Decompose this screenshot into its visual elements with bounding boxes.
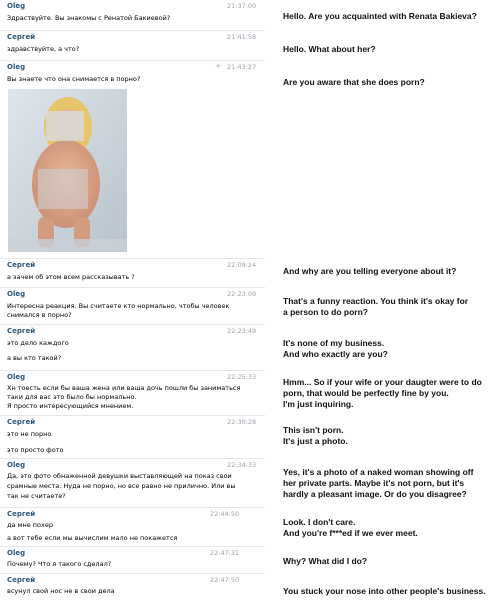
- message-text: так не считаете?: [7, 492, 66, 500]
- message-text: Почему? Что я такого сделал?: [7, 560, 112, 568]
- message-time: 21:41:58: [227, 33, 257, 41]
- sender-name[interactable]: Oleg: [7, 63, 25, 71]
- sender-name[interactable]: Сергей: [7, 510, 35, 518]
- message-time: 22:23:09: [227, 290, 257, 298]
- sender-name[interactable]: Oleg: [7, 373, 25, 381]
- sender-name[interactable]: Oleg: [7, 549, 25, 557]
- message-time: 22:30:28: [227, 418, 257, 426]
- sender-name[interactable]: Сергей: [7, 576, 35, 584]
- message-time: 21:43:27: [227, 63, 257, 71]
- message-time: 21:37:00: [227, 2, 257, 10]
- translation-line: That's a funny reaction. You think it's …: [283, 296, 469, 306]
- message-text: а вы кто такой?: [7, 354, 62, 362]
- message-text: да мне похер: [7, 521, 53, 529]
- translation-line: This isn't porn.: [283, 425, 344, 435]
- translation-line: Are you aware that she does porn?: [283, 77, 425, 87]
- photo-attachment[interactable]: [8, 89, 127, 252]
- message-text: снимался в порно?: [7, 311, 72, 319]
- message: Oleg 22:47:31 Почему? Что я такого сдела…: [0, 546, 265, 573]
- message-text: это дело каждого: [7, 339, 69, 347]
- translation-line: I'm just inquiring.: [283, 399, 354, 409]
- message-text: здравствуйте, а что?: [7, 45, 80, 53]
- translation-line: Why? What did I do?: [283, 556, 368, 566]
- sender-name[interactable]: Oleg: [7, 290, 25, 298]
- message: Сергей 22:44:50 да мне похер а вот тебе …: [0, 507, 265, 546]
- star-icon[interactable]: ★: [215, 62, 221, 70]
- sender-name[interactable]: Oleg: [7, 461, 25, 469]
- sender-name[interactable]: Oleg: [7, 2, 25, 10]
- translation-line: Hello. What about her?: [283, 44, 376, 54]
- translation-line: a person to do porn?: [283, 307, 368, 317]
- message-text: Здраствуйте. Вы знакомы с Ренатой Бакиев…: [7, 14, 171, 22]
- message-text: всунул свой нос не в свои дела: [7, 587, 115, 595]
- translation-line: It's just a photo.: [283, 436, 348, 446]
- message: Сергей 22:47:50 всунул свой нос не в сво…: [0, 573, 265, 601]
- message: Сергей 22:30:28 это не порно это просто …: [0, 415, 265, 458]
- message: Oleg 22:25:33 Хн тоесть если бы ваша жен…: [0, 370, 265, 415]
- translation-line: It's none of my business.: [283, 338, 385, 348]
- message: Сергей 22:09:24 а зачем об этом всем рас…: [0, 258, 265, 287]
- message-time: 22:47:50: [210, 576, 240, 584]
- sender-name[interactable]: Сергей: [7, 33, 35, 41]
- message-text: а вот тебе если мы вычислим мало не пока…: [7, 534, 178, 542]
- message: Oleg 22:23:09 Интересна реакция. Вы счит…: [0, 287, 265, 324]
- translation-line: hardly a pleasant image. Or do you disag…: [283, 489, 467, 499]
- translation-line: Yes, it's a photo of a naked woman showi…: [283, 467, 474, 477]
- translation-line: Hmm... So if your wife or your daugter w…: [283, 377, 482, 387]
- translation-line: You stuck your nose into other people's …: [283, 586, 486, 596]
- translation-column: Hello. Are you acquainted with Renata Ba…: [283, 0, 495, 600]
- translation-line: her private parts. Maybe it's not porn, …: [283, 478, 465, 488]
- message: Сергей 21:41:58 здравствуйте, а что?: [0, 30, 265, 60]
- translation-line: And who exactly are you?: [283, 349, 388, 359]
- translation-line: porn, that would be perfectly fine by yo…: [283, 388, 449, 398]
- chat-log: Oleg 21:37:00 Здраствуйте. Вы знакомы с …: [0, 0, 268, 600]
- message: Oleg 21:37:00 Здраствуйте. Вы знакомы с …: [0, 0, 265, 29]
- message-time: 22:09:24: [227, 261, 257, 269]
- message-text: срамные места. Нуда не порно, но все рав…: [7, 482, 236, 490]
- message-text: Я просто интересующийся мнением.: [7, 402, 134, 410]
- message-text: Вы знаете что она снимается в порно?: [7, 75, 141, 83]
- translation-line: Hello. Are you acquainted with Renata Ba…: [283, 11, 477, 21]
- translation-line: And why are you telling everyone about i…: [283, 266, 457, 276]
- sender-name[interactable]: Сергей: [7, 327, 35, 335]
- message-time: 22:47:31: [210, 549, 240, 557]
- sender-name[interactable]: Сергей: [7, 418, 35, 426]
- message-text: Да, это фото обнаженной девушки выставля…: [7, 472, 232, 480]
- translation-line: Look. I don't care.: [283, 517, 356, 527]
- message-text: это просто фото: [7, 446, 64, 454]
- message: Сергей 22:23:49 это дело каждого а вы кт…: [0, 324, 265, 370]
- message-time: 22:34:33: [227, 461, 257, 469]
- sender-name[interactable]: Сергей: [7, 261, 35, 269]
- translation-line: And you're f***ed if we ever meet.: [283, 528, 418, 538]
- message-text: это не порно: [7, 430, 52, 438]
- message-time: 22:23:49: [227, 327, 257, 335]
- message-text: а зачем об этом всем рассказывать ?: [7, 273, 135, 281]
- message-time: 22:44:50: [210, 510, 240, 518]
- message-time: 22:25:33: [227, 373, 257, 381]
- message: Oleg 22:34:33 Да, это фото обнаженной де…: [0, 458, 265, 507]
